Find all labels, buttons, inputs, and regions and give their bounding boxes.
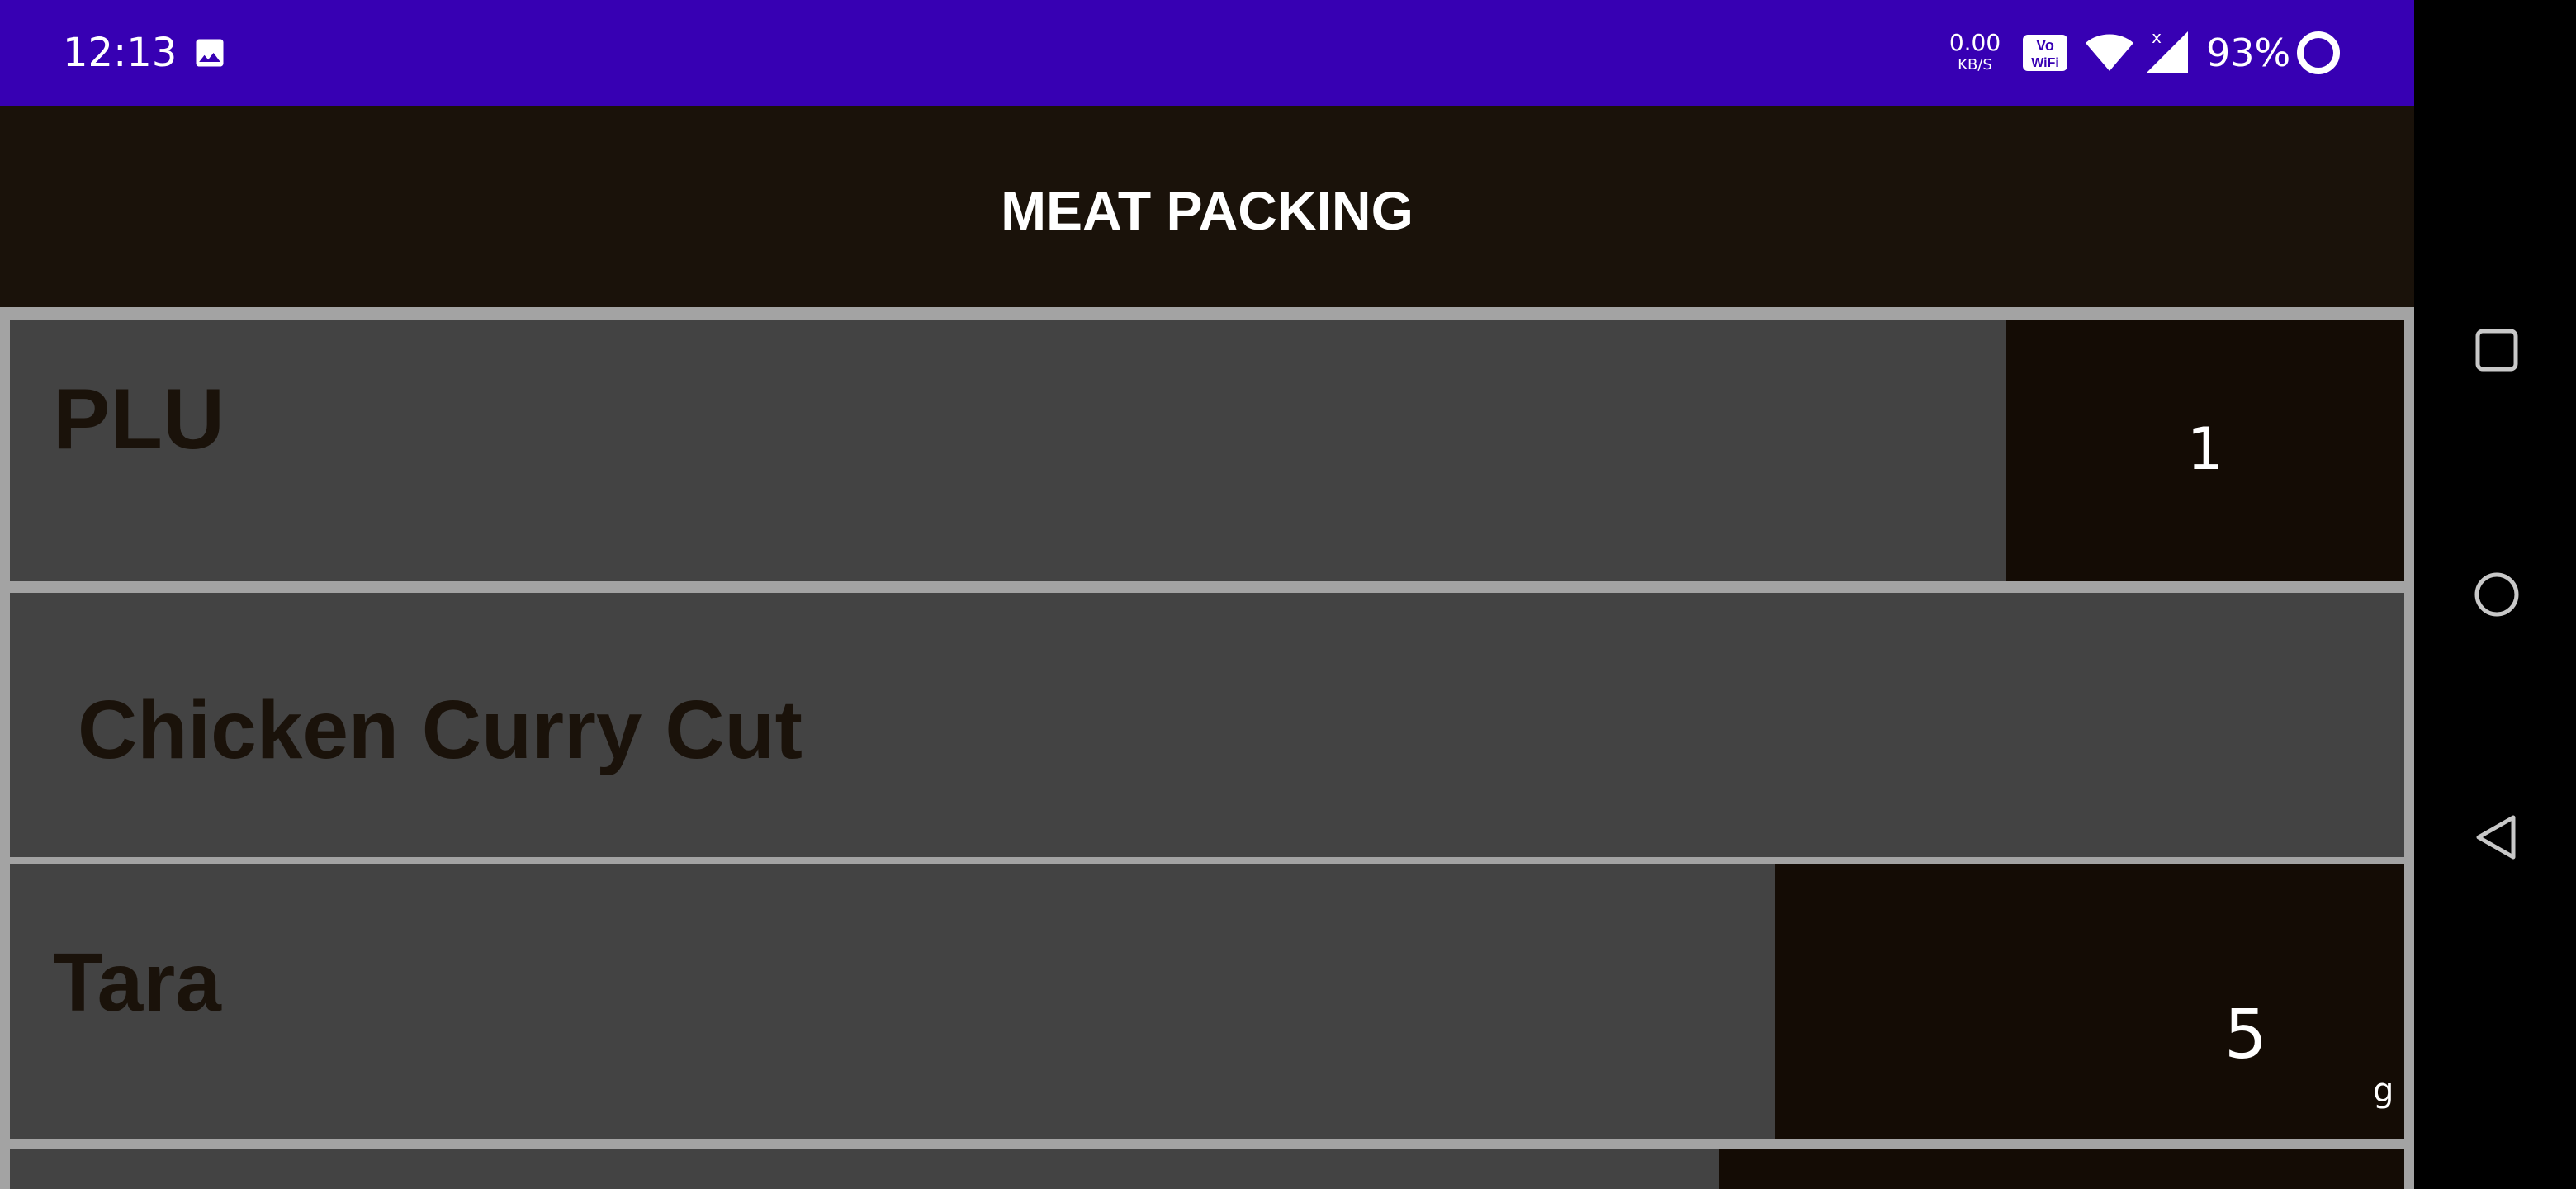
next-row[interactable] <box>10 1149 2404 1189</box>
signal-badge: x <box>2152 28 2162 47</box>
battery-percent: 93% <box>2206 31 2291 75</box>
page-title: MEAT PACKING <box>1001 180 1413 241</box>
home-icon[interactable] <box>2472 570 2522 619</box>
product-name: Chicken Curry Cut <box>78 684 803 776</box>
network-speed-value: 0.00 <box>1949 29 2001 56</box>
plu-value: 1 <box>2186 415 2224 483</box>
svg-text:WiFi: WiFi <box>2031 56 2059 70</box>
tara-value-box[interactable]: 5 g <box>1775 864 2404 1139</box>
tara-row[interactable]: Tara 5 g <box>10 864 2404 1139</box>
svg-text:Vo: Vo <box>2036 37 2054 54</box>
product-row[interactable]: Chicken Curry Cut <box>10 593 2404 857</box>
vowifi-icon: Vo WiFi <box>2023 35 2067 71</box>
network-speed-indicator: 0.00 KB/S <box>1942 31 2008 73</box>
plu-label: PLU <box>53 372 225 467</box>
tara-label: Tara <box>53 936 221 1029</box>
plu-row[interactable]: PLU 1 <box>10 320 2404 581</box>
next-value-box[interactable] <box>1719 1149 2404 1189</box>
app-screen: 12:13 0.00 KB/S Vo WiFi x 93% MEAT PACKI… <box>0 0 2414 1189</box>
battery-ring-icon <box>2297 31 2340 74</box>
recents-icon[interactable] <box>2474 327 2520 373</box>
tara-value: 5 <box>2223 996 2268 1074</box>
app-header: MEAT PACKING <box>0 106 2414 307</box>
plu-value-box[interactable]: 1 <box>2006 320 2404 581</box>
status-bar: 12:13 0.00 KB/S Vo WiFi x 93% <box>0 0 2414 106</box>
signal-icon: x <box>2147 28 2188 73</box>
navigation-bar <box>2414 0 2576 1189</box>
tara-unit: g <box>2373 1072 2394 1110</box>
network-speed-unit: KB/S <box>1958 56 1992 73</box>
wifi-icon <box>2086 34 2133 71</box>
image-icon <box>196 39 224 67</box>
status-time: 12:13 <box>63 30 178 76</box>
back-icon[interactable] <box>2472 812 2522 862</box>
